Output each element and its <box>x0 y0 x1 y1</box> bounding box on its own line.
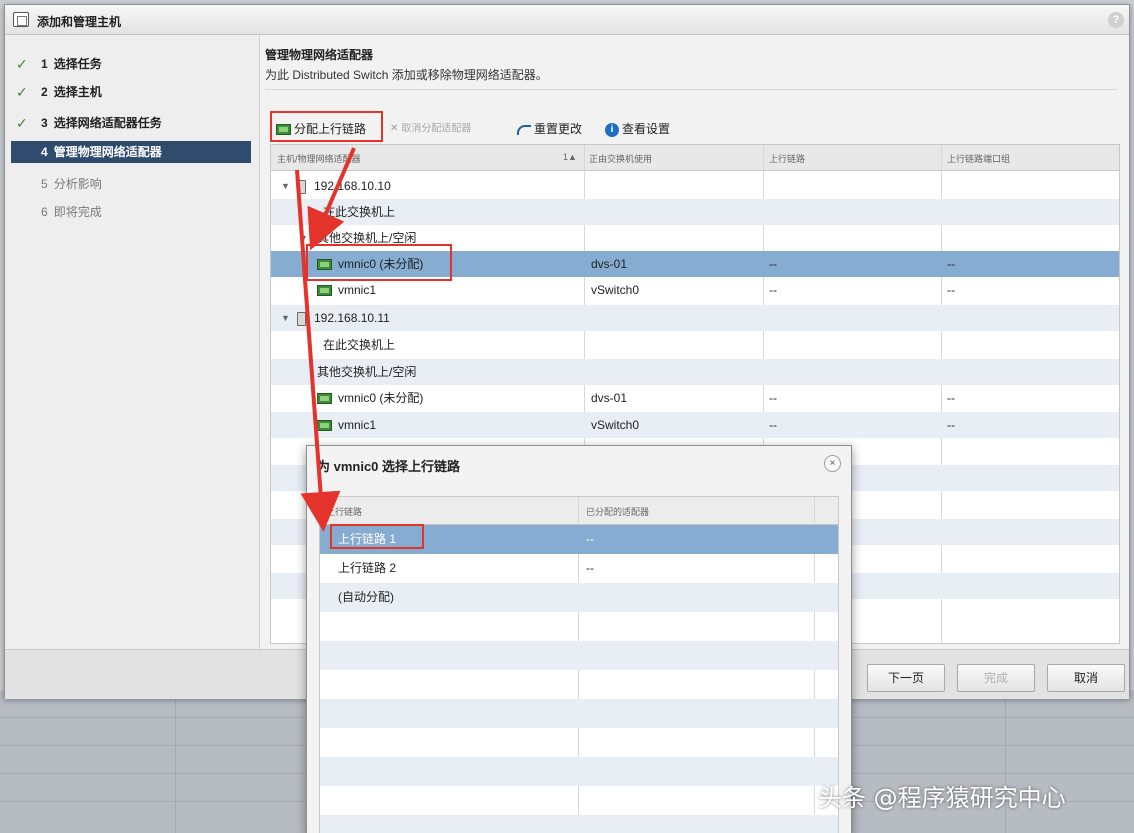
annotation-arrow <box>295 169 341 532</box>
watermark: 头条 @程序猿研究中心 <box>818 784 1066 812</box>
annotation-arrow <box>307 147 356 251</box>
annotation-arrows <box>295 147 356 532</box>
